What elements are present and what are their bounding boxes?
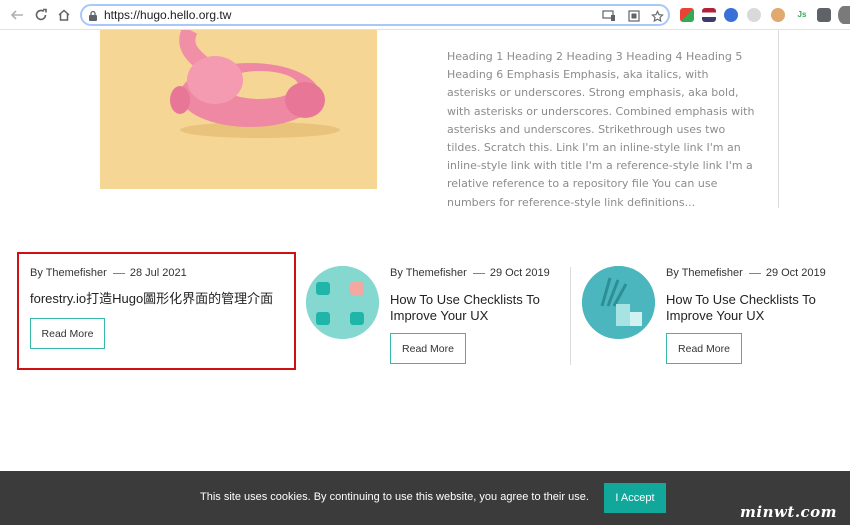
address-bar[interactable]: https://hugo.hello.org.tw <box>80 4 670 26</box>
read-more-button[interactable]: Read More <box>390 333 466 364</box>
reload-icon[interactable] <box>31 5 51 25</box>
column-divider <box>570 267 571 365</box>
post-meta: By Themefisher 29 Oct 2019 <box>666 267 826 279</box>
mugs-illustration <box>306 266 379 339</box>
post-title[interactable]: How To Use Checklists To Improve Your UX <box>666 292 836 323</box>
extension-cookie-icon[interactable] <box>771 8 785 22</box>
cast-icon[interactable] <box>602 9 616 23</box>
extension-account-icon[interactable] <box>724 8 738 22</box>
column-divider <box>778 30 779 208</box>
qr-code-icon[interactable] <box>627 9 641 23</box>
post-excerpt: Heading 1 Heading 2 Heading 3 Heading 4 … <box>447 50 755 209</box>
extension-gray-icon[interactable] <box>747 8 761 22</box>
plants-illustration <box>582 266 655 339</box>
extension-color-icon[interactable] <box>680 8 694 22</box>
post-thumbnail[interactable] <box>306 266 379 339</box>
bookmark-star-icon[interactable] <box>650 9 664 23</box>
post-date: 29 Oct 2019 <box>765 267 826 279</box>
extensions-puzzle-icon[interactable] <box>817 8 831 22</box>
url-text[interactable]: https://hugo.hello.org.tw <box>104 8 231 22</box>
highlight-box <box>17 252 296 370</box>
read-more-button[interactable]: Read More <box>666 333 742 364</box>
lock-icon[interactable] <box>86 9 100 23</box>
accept-cookies-button[interactable]: I Accept <box>604 483 666 513</box>
post-date: 29 Oct 2019 <box>489 267 550 279</box>
profile-avatar-icon[interactable] <box>838 6 850 24</box>
post-author[interactable]: By Themefisher <box>666 267 743 279</box>
post-title[interactable]: How To Use Checklists To Improve Your UX <box>390 292 560 323</box>
post-meta: By Themefisher 29 Oct 2019 <box>390 267 550 279</box>
cookie-banner: This site uses cookies. By continuing to… <box>0 471 850 525</box>
post-hero-image[interactable] <box>100 30 377 189</box>
back-arrow-icon[interactable] <box>7 5 27 25</box>
watermark-text: minwt.com <box>740 503 838 521</box>
extension-js-icon[interactable]: Js <box>795 8 809 22</box>
browser-toolbar: https://hugo.hello.org.tw Js <box>0 0 850 30</box>
extension-flag-icon[interactable] <box>702 8 716 22</box>
cookie-message: This site uses cookies. By continuing to… <box>200 491 589 503</box>
home-icon[interactable] <box>54 5 74 25</box>
flamingo-float-illustration <box>100 30 377 189</box>
post-author[interactable]: By Themefisher <box>390 267 467 279</box>
post-thumbnail[interactable] <box>582 266 655 339</box>
